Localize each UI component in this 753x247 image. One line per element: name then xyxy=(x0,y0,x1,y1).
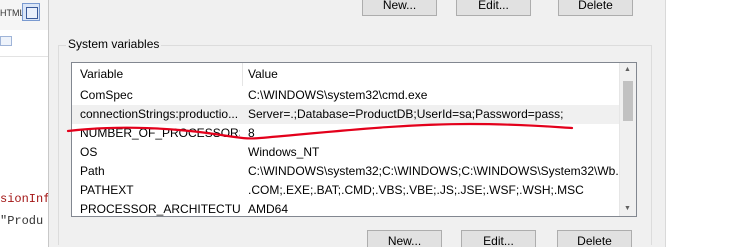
system-variables-list[interactable]: Variable Value ComSpec C:\WINDOWS\system3… xyxy=(71,62,637,217)
variable-name-cell: ComSpec xyxy=(80,88,133,102)
scroll-up-icon[interactable]: ▲ xyxy=(624,66,631,73)
table-row[interactable]: PATHEXT .COM;.EXE;.BAT;.CMD;.VBS;.VBE;.JS… xyxy=(72,181,621,200)
variable-value-cell: C:\WINDOWS\system32;C:\WINDOWS;C:\WINDOW… xyxy=(248,164,618,178)
vertical-scrollbar[interactable]: ▲ ▼ xyxy=(619,63,636,216)
system-delete-button[interactable]: Delete xyxy=(557,230,632,247)
table-row[interactable]: OS Windows_NT xyxy=(72,143,621,162)
table-row[interactable]: ComSpec C:\WINDOWS\system32\cmd.exe xyxy=(72,86,621,105)
column-header-variable[interactable]: Variable xyxy=(72,63,123,86)
variable-name-cell: OS xyxy=(80,145,98,159)
ide-panel-icon[interactable] xyxy=(0,36,12,46)
table-row[interactable]: Path C:\WINDOWS\system32;C:\WINDOWS;C:\WI… xyxy=(72,162,621,181)
system-new-button[interactable]: New... xyxy=(367,230,442,247)
variable-value-cell: C:\WINDOWS\system32\cmd.exe xyxy=(248,88,428,102)
variable-value-cell: Windows_NT xyxy=(248,145,320,159)
table-row[interactable]: NUMBER_OF_PROCESSORS 8 xyxy=(72,124,621,143)
system-edit-button[interactable]: Edit... xyxy=(461,230,536,247)
variable-name-cell: Path xyxy=(80,164,105,178)
column-header-value[interactable]: Value xyxy=(240,63,278,86)
variable-value-cell: AMD64 xyxy=(248,202,289,216)
variable-name-cell: connectionStrings:productio... xyxy=(80,107,239,121)
right-background xyxy=(665,0,753,247)
variable-value-cell: .COM;.EXE;.BAT;.CMD;.VBS;.VBE;.JS;.JSE;.… xyxy=(248,183,584,197)
system-variables-title: System variables xyxy=(66,37,162,51)
table-row[interactable]: PROCESSOR_ARCHITECTURE AMD64 xyxy=(72,200,621,216)
ide-divider xyxy=(0,56,48,57)
user-edit-button[interactable]: Edit... xyxy=(456,0,531,16)
variable-name-cell: PATHEXT xyxy=(80,183,134,197)
scroll-down-icon[interactable]: ▼ xyxy=(624,205,631,212)
user-new-button[interactable]: New... xyxy=(362,0,437,16)
ide-background: HTML: sionInf "Produ xyxy=(0,0,48,247)
variable-value-cell: Server=.;Database=ProductDB;UserId=sa;Pa… xyxy=(248,107,564,121)
list-body: ComSpec C:\WINDOWS\system32\cmd.exe connec… xyxy=(72,86,621,216)
user-delete-button[interactable]: Delete xyxy=(558,0,633,16)
ide-code-line: sionInf xyxy=(0,192,48,206)
list-header: Variable Value xyxy=(72,63,621,86)
variable-value-cell: 8 xyxy=(248,126,255,140)
variable-name-cell: PROCESSOR_ARCHITECTURE xyxy=(80,202,240,216)
variable-name-cell: NUMBER_OF_PROCESSORS xyxy=(80,126,240,140)
ide-view-icon[interactable] xyxy=(22,3,40,21)
scrollbar-thumb[interactable] xyxy=(623,81,633,121)
table-row[interactable]: connectionStrings:productio... Server=.;D… xyxy=(72,105,621,124)
ide-code-line: "Produ xyxy=(0,214,44,228)
